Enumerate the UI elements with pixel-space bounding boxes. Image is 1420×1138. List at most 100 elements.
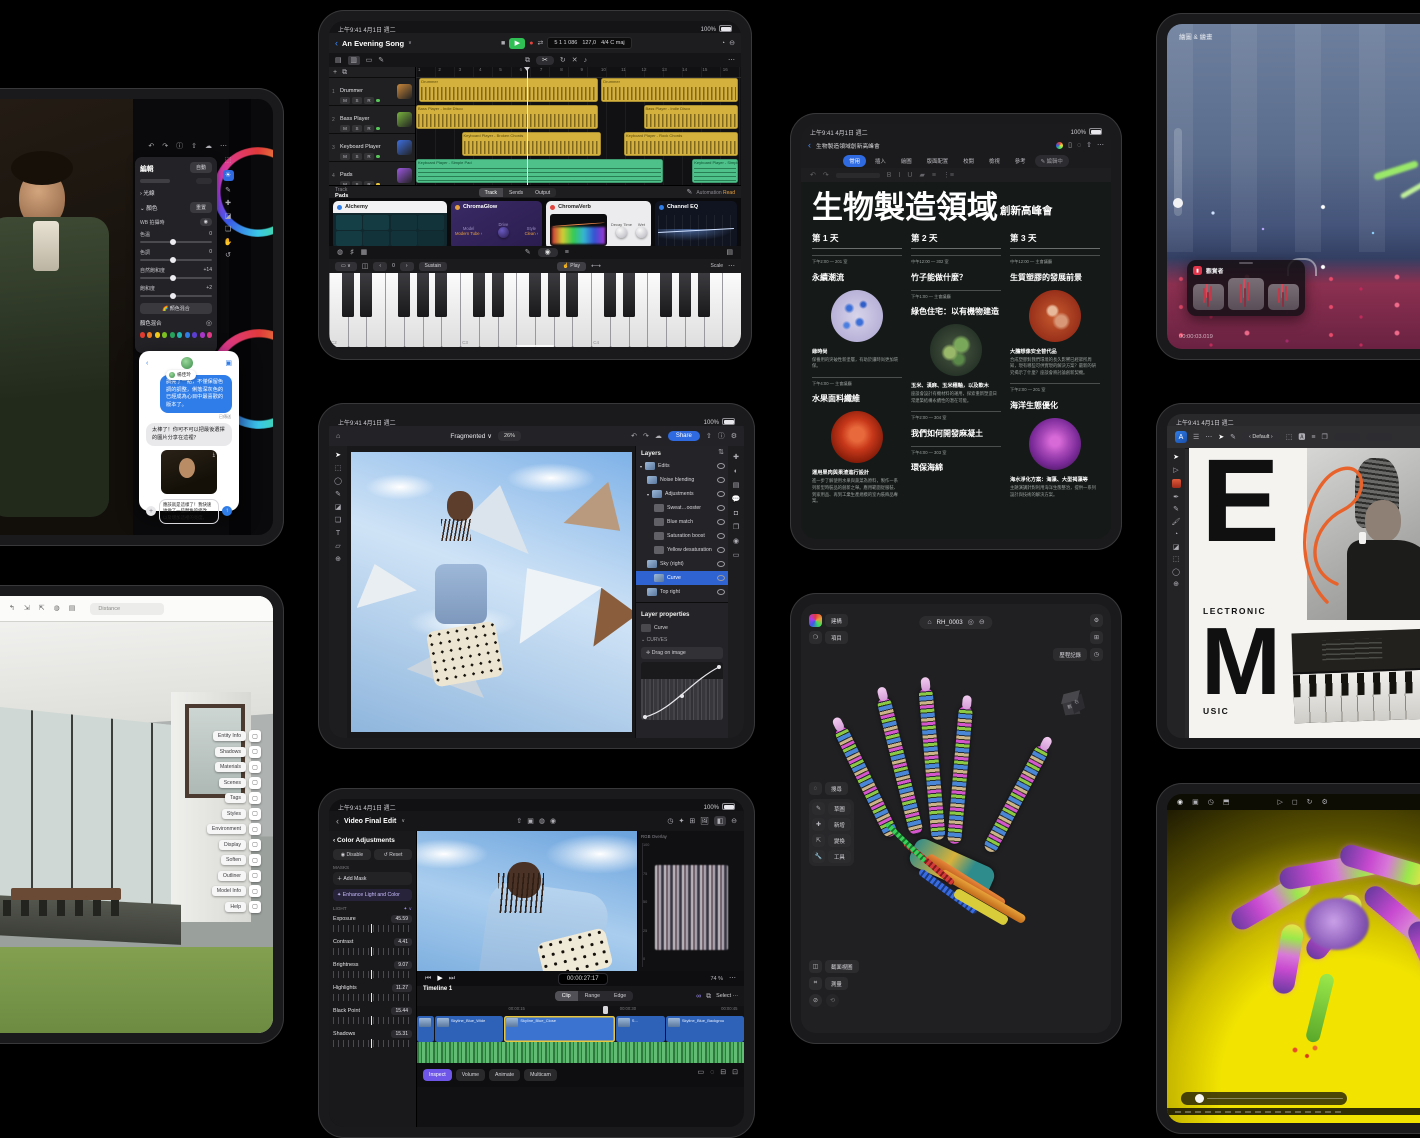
bounce-icon[interactable]: ✕ (572, 57, 578, 64)
home-icon[interactable]: ⌂ (336, 433, 340, 440)
midi-region[interactable]: Keyboard Player - Simple Pad (692, 159, 738, 183)
play-icon[interactable]: ▷ (1277, 799, 1282, 806)
video-clip[interactable]: S… (616, 1016, 665, 1042)
contact-avatar[interactable] (181, 357, 193, 369)
play-mode-button[interactable]: ☝ Play (557, 262, 586, 271)
black-key[interactable] (566, 273, 578, 317)
slider-track[interactable] (140, 295, 212, 297)
stop-icon[interactable]: ◻ (1292, 799, 1298, 806)
selected-layer-row[interactable]: Curve (636, 621, 728, 635)
back-icon[interactable]: ‹ (336, 817, 339, 826)
panel-button[interactable]: Entity Info ▢ (151, 730, 261, 742)
copy-icon[interactable]: ⧉ (525, 57, 530, 64)
curves-graph[interactable] (641, 662, 723, 720)
black-key[interactable] (679, 273, 691, 317)
slider-ticks[interactable] (333, 994, 412, 1001)
adjustment-slider[interactable]: Contrast4.41 (333, 938, 412, 955)
slider-track[interactable] (140, 241, 212, 243)
ribbon-tab[interactable]: 常用 (843, 155, 866, 167)
workspace-button[interactable]: 建構 (809, 614, 848, 627)
m-button[interactable]: M (340, 97, 350, 104)
plugin-power-icon[interactable] (550, 205, 555, 210)
editing-badge[interactable]: ✎ 編輯中 (1035, 155, 1069, 167)
zoom-level[interactable]: 26% (498, 431, 521, 441)
photoshop-canvas[interactable] (347, 446, 636, 738)
node-tool-icon[interactable]: ▷ (1173, 467, 1178, 474)
edit-mode-tab[interactable]: Clip (555, 991, 578, 1001)
adjustment-slider[interactable]: 飽和度+2 (140, 285, 212, 297)
more-icon[interactable]: ⋯ (729, 975, 736, 982)
layer-visibility-icon[interactable] (717, 491, 725, 497)
black-key[interactable] (660, 273, 672, 317)
brush-icon[interactable]: ✎ (225, 187, 231, 194)
render-canvas[interactable] (1167, 810, 1420, 1123)
color-swatch[interactable] (147, 332, 152, 338)
panel-button[interactable]: Scenes ▢ (151, 777, 261, 789)
slider-track[interactable] (140, 259, 212, 261)
ribbon-tab[interactable]: 版面配置 (921, 155, 955, 167)
adjustment-slider[interactable]: Black Point15.44 (333, 1007, 412, 1024)
keyboard-type-button[interactable]: ▭ ∨ (335, 262, 357, 271)
swatch-icon[interactable] (1172, 479, 1181, 488)
title-chevron-icon[interactable]: ∨ (401, 819, 405, 824)
ribbon-tab[interactable]: 繪圖 (895, 155, 918, 167)
document-title[interactable]: Fragmented ∨ (450, 432, 492, 440)
stop-icon[interactable]: ■ (501, 40, 505, 47)
layer-visibility-icon[interactable] (717, 533, 725, 539)
layer-visibility-icon[interactable] (717, 505, 725, 511)
midi-region[interactable]: Bass Player - Indie Disco (644, 105, 738, 129)
scene-icon[interactable]: ▣ (1192, 799, 1199, 806)
eyedropper-icon[interactable]: ◉ (200, 218, 212, 226)
r-button[interactable]: R (364, 153, 374, 160)
project-title[interactable]: Video Final Edit (344, 818, 396, 825)
plugin-power-icon[interactable] (455, 205, 460, 210)
mic-icon[interactable]: ◍ (337, 249, 343, 256)
chromaglow-drive-knob[interactable]: Drive (498, 222, 509, 239)
auto-button[interactable]: 自動 (190, 162, 212, 173)
color-icon[interactable]: ◧ (714, 816, 726, 826)
split-keyboard-icon[interactable]: ◫ (362, 263, 369, 270)
open-icon[interactable]: ⇱ (39, 605, 45, 612)
ribbon-tab[interactable]: 參考 (1009, 155, 1032, 167)
target-icon[interactable]: ◎ (206, 320, 212, 327)
robotic-hand-model[interactable] (801, 644, 1111, 1033)
panel-title[interactable]: ‹ Color Adjustments (333, 837, 412, 844)
minimize-icon[interactable]: ⊖ (731, 818, 737, 825)
delete-icon[interactable]: ▭ (733, 552, 740, 559)
zoom-tool-icon[interactable]: ⊕ (1173, 581, 1179, 588)
transform-icon[interactable]: ⬚ (1286, 434, 1293, 441)
share-button[interactable]: Share (668, 431, 700, 441)
effects-icon[interactable]: ✦ (678, 818, 684, 825)
ribbon-tab[interactable]: 校閱 (957, 155, 980, 167)
split-icon[interactable]: ⊟ (720, 1069, 726, 1076)
color-swatch[interactable] (155, 332, 160, 338)
panel-button[interactable]: Materials ▢ (151, 761, 261, 773)
layers-icon[interactable]: ❐ (1321, 434, 1327, 441)
track-header[interactable]: 1 Drummer MSR (329, 78, 415, 106)
color-swatch[interactable] (192, 332, 197, 338)
adjustment-slider[interactable]: Exposure45.59 (333, 915, 412, 932)
midi-region[interactable]: Drummer (419, 78, 598, 102)
layer-visibility-icon[interactable] (717, 547, 725, 553)
appearance-icon[interactable]: ⚙ (1090, 614, 1103, 627)
brush-tool-icon[interactable]: ✎ (335, 491, 341, 498)
slider-ticks[interactable] (333, 971, 412, 978)
pencil-icon[interactable]: ✎ (525, 249, 531, 256)
more-icon[interactable]: ⋯ (220, 143, 227, 150)
glide-icon[interactable]: ⟷ (591, 263, 601, 270)
bold-icon[interactable]: B (887, 172, 892, 179)
plugin-chromaglow[interactable]: ChromaGlow ModelModern Tube › Drive Styl… (451, 201, 542, 249)
search-icon[interactable]: ◌ (1077, 142, 1081, 149)
video-clip[interactable]: Skyline_Blue_Backgrou (666, 1016, 744, 1042)
sustain-button[interactable]: Sustain (419, 262, 448, 271)
black-key[interactable] (342, 273, 354, 317)
share-icon[interactable]: ↰ (9, 605, 15, 612)
light-section[interactable]: › 光線 (140, 189, 155, 197)
shape-tool-icon[interactable]: ◯ (1172, 569, 1180, 576)
layer-visibility-icon[interactable] (717, 575, 725, 581)
white-key[interactable] (722, 273, 741, 347)
adjustment-slider[interactable]: 色調0 (140, 249, 212, 261)
panel-button[interactable]: Shadows ▢ (151, 746, 261, 758)
record-icon[interactable]: ◉ (550, 818, 556, 825)
help-icon[interactable]: ◔ (721, 40, 725, 47)
